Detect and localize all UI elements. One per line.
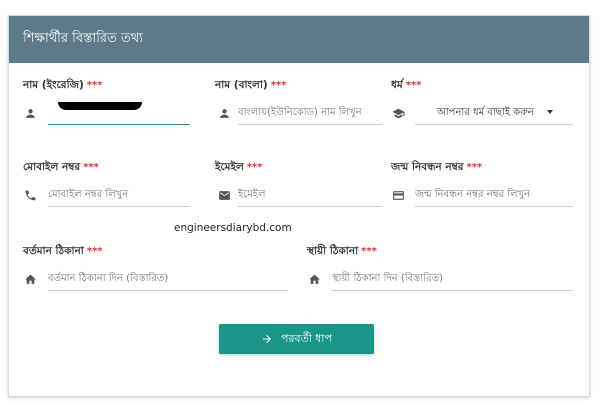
- card-icon: [391, 188, 405, 202]
- permanent-address-field: স্থায়ী ঠিকানা *** স্থায়ী ঠিকানা দিন (বি…: [307, 244, 573, 294]
- present-address-field: বর্তমান ঠিকানা *** বর্তমান ঠিকানা দিন (বি…: [23, 244, 288, 294]
- name-en-field: নাম (ইংরেজি) ***: [23, 78, 193, 128]
- birth-reg-field: জন্ম নিবন্ধন নম্বর *** জন্ম নিবন্ধন নম্বর…: [391, 160, 573, 210]
- name-en-label: নাম (ইংরেজি) ***: [23, 79, 103, 91]
- redaction-mark: [58, 102, 142, 110]
- permanent-address-input[interactable]: স্থায়ী ঠিকানা দিন (বিস্তারিত): [332, 268, 573, 291]
- name-bn-label: নাম (বাংলা) ***: [215, 79, 287, 91]
- card-header: শিক্ষার্থীর বিস্তারিত তথ্য: [9, 16, 589, 63]
- watermark-text: engineersdiarybd.com: [174, 222, 292, 234]
- email-field: ইমেইল *** ইমেইল: [215, 160, 385, 210]
- phone-icon: [23, 188, 37, 202]
- page-title: শিক্ষার্থীর বিস্তারিত তথ্য: [23, 31, 143, 46]
- home-icon: [23, 272, 37, 286]
- home-icon: [307, 272, 321, 286]
- present-address-input[interactable]: বর্তমান ঠিকানা দিন (বিস্তারিত): [48, 268, 288, 291]
- person-icon: [23, 106, 37, 120]
- person-icon: [217, 106, 231, 120]
- birth-reg-label: জন্ম নিবন্ধন নম্বর ***: [391, 161, 483, 173]
- next-step-label: পরবর্তী ধাপ: [281, 332, 332, 345]
- present-address-label: বর্তমান ঠিকানা ***: [23, 245, 103, 257]
- name-en-input[interactable]: [48, 102, 190, 125]
- religion-label: ধর্ম ***: [391, 79, 422, 91]
- mobile-input[interactable]: মোবাইল নম্বর লিখুন: [48, 184, 190, 207]
- chevron-down-icon: [547, 110, 553, 114]
- mobile-label: মোবাইল নম্বর ***: [23, 161, 99, 173]
- name-bn-input[interactable]: বাংলায়(ইউনিকোড) নাম লিখুন: [238, 102, 382, 125]
- birth-reg-input[interactable]: জন্ম নিবন্ধন নম্বর নম্বর লিখুন: [415, 184, 573, 207]
- mail-icon: [217, 188, 231, 202]
- arrow-right-icon: [263, 335, 272, 343]
- email-label: ইমেইল ***: [215, 161, 263, 173]
- mobile-field: মোবাইল নম্বর *** মোবাইল নম্বর লিখুন: [23, 160, 193, 210]
- next-step-button[interactable]: পরবর্তী ধাপ: [219, 324, 374, 354]
- email-input[interactable]: ইমেইল: [238, 184, 382, 207]
- permanent-address-label: স্থায়ী ঠিকানা ***: [307, 245, 377, 257]
- religion-field: ধর্ম *** আপনার ধর্ম বাছাই করুন: [391, 78, 573, 128]
- religion-select[interactable]: আপনার ধর্ম বাছাই করুন: [415, 102, 573, 125]
- school-icon: [391, 106, 405, 120]
- name-bn-field: নাম (বাংলা) *** বাংলায়(ইউনিকোড) নাম লিখু…: [215, 78, 385, 128]
